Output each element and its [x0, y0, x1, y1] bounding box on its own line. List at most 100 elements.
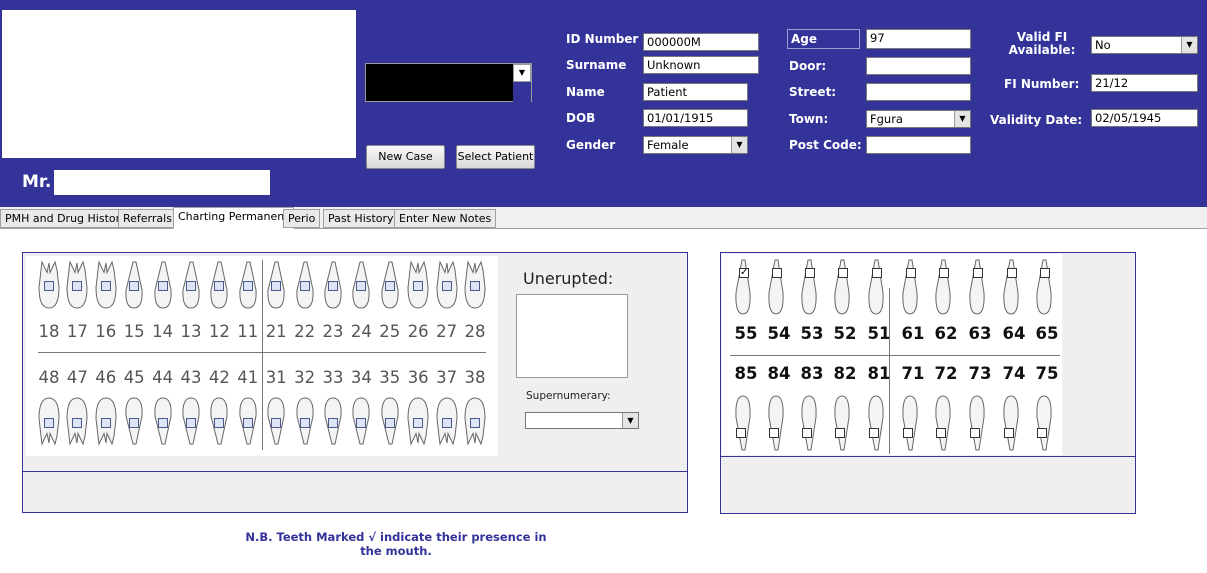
tooth-checkbox-46[interactable]	[100, 418, 111, 428]
tooth-checkbox-54[interactable]	[772, 268, 782, 278]
tooth-checkbox-34[interactable]	[356, 418, 367, 428]
tooth-checkbox-51[interactable]	[872, 268, 882, 278]
tooth-checkbox-16[interactable]	[100, 281, 111, 291]
tooth-checkbox-71[interactable]	[903, 428, 913, 438]
chart-centerline	[262, 260, 263, 450]
new-case-button[interactable]: New Case	[366, 145, 445, 169]
gender-select[interactable]: Female ▼	[643, 136, 748, 154]
tooth-checkbox-13[interactable]	[186, 281, 196, 291]
tooth-checkbox-53[interactable]	[805, 268, 815, 278]
dob-label: DOB	[566, 111, 596, 125]
tab-charting-permanent[interactable]: Charting Permanent	[173, 207, 294, 229]
case-dropdown[interactable]: ▼	[365, 63, 532, 102]
tooth-checkbox-37[interactable]	[441, 418, 452, 428]
tab-referrals[interactable]: Referrals	[118, 209, 177, 228]
tooth-upper-54	[765, 258, 787, 315]
door-field[interactable]	[866, 57, 971, 75]
surname-field[interactable]: Unknown	[643, 56, 759, 74]
tooth-checkbox-15[interactable]	[129, 281, 140, 291]
age-field[interactable]: 97	[866, 29, 971, 49]
postcode-field[interactable]	[866, 136, 971, 154]
tab-perio[interactable]: Perio	[283, 209, 321, 228]
tooth-checkbox-45[interactable]	[129, 418, 140, 428]
unerupted-label: Unerupted:	[523, 269, 614, 288]
patient-name-display	[54, 170, 270, 195]
tooth-number-12: 12	[208, 322, 230, 341]
tooth-checkbox-43[interactable]	[186, 418, 196, 428]
tooth-checkbox-75[interactable]	[1037, 428, 1047, 438]
gender-value: Female	[647, 138, 689, 152]
supernumerary-select[interactable]: ▼	[525, 412, 639, 429]
tooth-checkbox-12[interactable]	[214, 281, 225, 291]
tooth-checkbox-73[interactable]	[970, 428, 980, 438]
tooth-checkbox-42[interactable]	[214, 418, 225, 428]
tooth-checkbox-84[interactable]	[769, 428, 779, 438]
tooth-checkbox-65[interactable]	[1040, 268, 1050, 278]
tooth-checkbox-64[interactable]	[1007, 268, 1017, 278]
tooth-checkbox-74[interactable]	[1004, 428, 1014, 438]
dob-field[interactable]: 01/01/1915	[643, 109, 748, 127]
chevron-down-icon[interactable]: ▼	[1181, 37, 1197, 53]
tooth-checkbox-61[interactable]	[906, 268, 916, 278]
tooth-checkbox-25[interactable]	[384, 281, 395, 291]
validity-date-field[interactable]: 02/05/1945	[1091, 109, 1198, 127]
tooth-number-75: 75	[1035, 364, 1059, 383]
tooth-checkbox-32[interactable]	[299, 418, 310, 428]
tooth-upper-63	[966, 258, 988, 315]
valid-fi-select[interactable]: No ▼	[1091, 36, 1198, 54]
tooth-checkbox-18[interactable]	[44, 281, 54, 291]
tab-pmh-drug-history[interactable]: PMH and Drug History	[0, 209, 132, 228]
tooth-checkbox-23[interactable]	[328, 281, 338, 291]
tooth-number-15: 15	[123, 322, 145, 341]
town-select[interactable]: Fgura ▼	[866, 110, 971, 128]
street-field[interactable]	[866, 83, 971, 101]
tooth-checkbox-27[interactable]	[441, 281, 452, 291]
tooth-checkbox-33[interactable]	[328, 418, 338, 428]
tooth-checkbox-62[interactable]	[939, 268, 949, 278]
tooth-checkbox-21[interactable]	[271, 281, 282, 291]
select-patient-button[interactable]: Select Patient	[456, 145, 535, 169]
tooth-checkbox-52[interactable]	[838, 268, 848, 278]
tab-past-history[interactable]: Past History	[323, 209, 399, 228]
id-number-field[interactable]: 000000M	[643, 33, 759, 51]
tooth-checkbox-82[interactable]	[835, 428, 845, 438]
door-label: Door:	[789, 59, 827, 73]
tooth-checkbox-85[interactable]	[736, 428, 746, 438]
fi-number-field[interactable]: 21/12	[1091, 74, 1198, 92]
chevron-down-icon[interactable]: ▼	[954, 111, 970, 127]
unerupted-list[interactable]	[516, 294, 628, 378]
tooth-checkbox-44[interactable]	[157, 418, 168, 428]
tooth-checkbox-63[interactable]	[973, 268, 983, 278]
tooth-checkbox-31[interactable]	[271, 418, 282, 428]
tooth-checkbox-55[interactable]: ✓	[739, 268, 749, 278]
tooth-checkbox-83[interactable]	[802, 428, 812, 438]
tooth-checkbox-26[interactable]	[413, 281, 424, 291]
tooth-number-52: 52	[833, 324, 857, 343]
tooth-checkbox-41[interactable]	[242, 418, 253, 428]
salutation: Mr.	[22, 172, 52, 192]
tooth-checkbox-11[interactable]	[242, 281, 253, 291]
tooth-number-54: 54	[767, 324, 791, 343]
tooth-checkbox-35[interactable]	[384, 418, 395, 428]
name-field[interactable]: Patient	[643, 83, 748, 101]
tooth-checkbox-28[interactable]	[470, 281, 480, 291]
tooth-checkbox-24[interactable]	[356, 281, 367, 291]
tooth-checkbox-17[interactable]	[72, 281, 83, 291]
postcode-label: Post Code:	[789, 138, 862, 152]
name-label: Name	[566, 85, 605, 99]
tooth-checkbox-47[interactable]	[72, 418, 83, 428]
chevron-down-icon[interactable]: ▼	[513, 64, 531, 82]
tab-enter-new-notes[interactable]: Enter New Notes	[394, 209, 497, 228]
tooth-checkbox-72[interactable]	[936, 428, 946, 438]
chevron-down-icon[interactable]: ▼	[731, 137, 747, 153]
tooth-checkbox-36[interactable]	[413, 418, 424, 428]
deciduous-teeth-chart: ✓ 55 54 53 52 51 61 62 63 64 65 85 84 83 82 81 71 72 73 74 7…	[722, 254, 1062, 455]
tooth-number-26: 26	[407, 322, 429, 341]
tooth-checkbox-22[interactable]	[299, 281, 310, 291]
tooth-checkbox-48[interactable]	[44, 418, 54, 428]
chevron-down-icon[interactable]: ▼	[622, 413, 638, 428]
tooth-upper-55	[732, 258, 754, 315]
tooth-checkbox-14[interactable]	[157, 281, 168, 291]
tooth-checkbox-38[interactable]	[470, 418, 480, 428]
tooth-checkbox-81[interactable]	[869, 428, 879, 438]
